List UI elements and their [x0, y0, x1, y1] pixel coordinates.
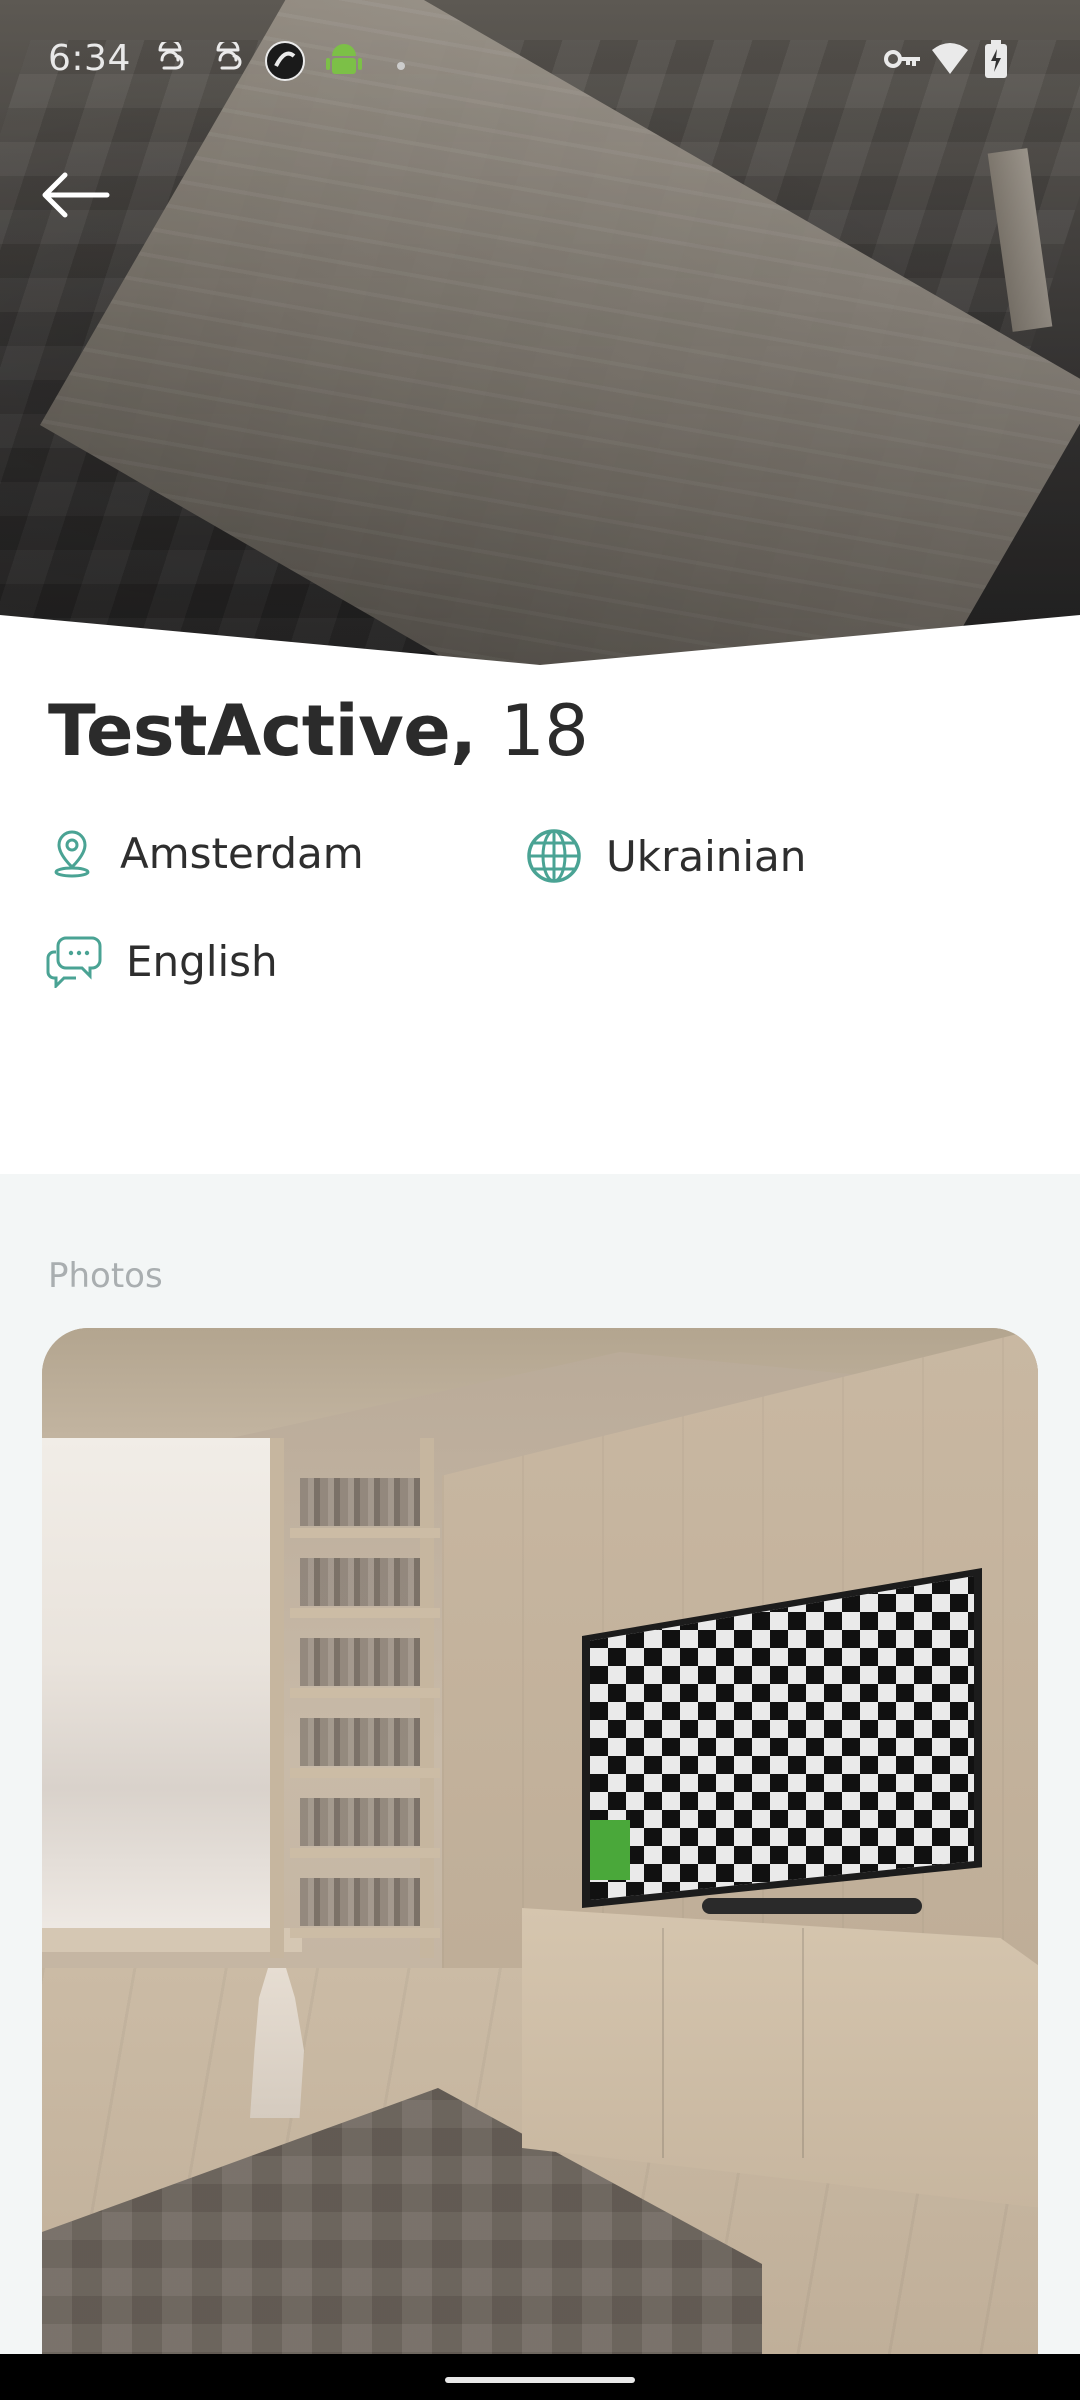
photo-window [42, 1438, 278, 1938]
ladder-books [300, 1718, 420, 1766]
cover-bottom-edge [0, 615, 1080, 665]
notification-s-icon [210, 38, 246, 82]
arrow-left-icon [42, 172, 110, 218]
profile-age: 18 [500, 690, 589, 772]
back-button[interactable] [30, 160, 120, 230]
tv-green-square [590, 1820, 630, 1880]
notification-s-icon [152, 38, 188, 82]
dot-icon [396, 56, 406, 75]
home-gesture-handle[interactable] [445, 2377, 635, 2383]
info-nationality: Ukrainian [526, 828, 806, 884]
ladder-shelf [290, 1528, 440, 1538]
android-icon [326, 42, 362, 84]
tv-stand [702, 1898, 922, 1914]
ladder-shelf [290, 1928, 440, 1938]
wifi-icon [930, 42, 970, 80]
nationality-label: Ukrainian [606, 831, 807, 881]
cabinet-divider [802, 1928, 804, 2158]
city-label: Amsterdam [120, 828, 364, 878]
battery-charging-icon [984, 40, 1008, 82]
photo-tv [582, 1568, 982, 1914]
photo-ladder-shelf [270, 1438, 450, 1958]
profile-photo[interactable] [42, 1328, 1038, 2388]
profile-name-age: TestActive, 18 [48, 690, 589, 772]
chat-bubbles-icon [46, 936, 102, 988]
ladder-books [300, 1558, 420, 1606]
ladder-rail [420, 1438, 434, 1958]
photos-section-title: Photos [48, 1256, 163, 1296]
navigation-bar [0, 2354, 1080, 2400]
info-city: Amsterdam [48, 828, 364, 878]
tv-checkerboard [590, 1576, 974, 1900]
status-bar: 6:34 [0, 0, 1080, 120]
ladder-shelf [290, 1608, 440, 1618]
ladder-books [300, 1798, 420, 1846]
ladder-shelf [290, 1768, 440, 1778]
ladder-books [300, 1478, 420, 1526]
cabinet-divider [662, 1928, 664, 2158]
location-pin-icon [54, 830, 90, 878]
ladder-shelf [290, 1848, 440, 1858]
profile-name: TestActive, [48, 690, 477, 772]
ladder-rail [270, 1438, 284, 1958]
status-time: 6:34 [48, 38, 131, 79]
photo-window-sill [42, 1928, 302, 1952]
ladder-books [300, 1638, 420, 1686]
language-label: English [126, 936, 278, 986]
circle-app-icon [264, 40, 306, 86]
vpn-key-icon [884, 46, 922, 76]
ladder-shelf [290, 1688, 440, 1698]
globe-icon [527, 829, 581, 883]
info-language: English [46, 934, 278, 988]
ladder-books [300, 1878, 420, 1926]
